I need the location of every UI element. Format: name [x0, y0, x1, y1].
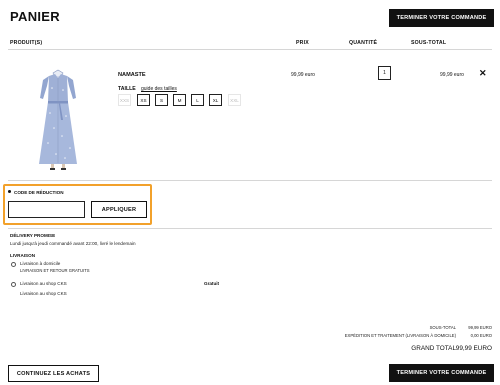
size-option-m[interactable]: M	[173, 94, 186, 106]
shipping-option-home[interactable]: Livraison à domicile	[20, 261, 60, 266]
delivery-promise-title: DÉLIVERY PROMISE	[10, 233, 56, 238]
totals-subtotal-value: 99,99 EURO	[468, 325, 492, 330]
delivery-promise-text: Lundi jusqu'à jeudi commandé avant 22:00…	[10, 241, 136, 246]
size-option-l[interactable]: L	[191, 94, 204, 106]
checkout-button-top[interactable]: TERMINER VOTRE COMMANDE	[389, 9, 494, 27]
shipping-option-shop[interactable]: Livraison au shop CKS	[20, 281, 67, 286]
totals-shipping-label: EXPÉDITION ET TRAITEMENT (LIVRAISON À DO…	[344, 333, 456, 338]
checkout-button-bottom[interactable]: TERMINER VOTRE COMMANDE	[389, 364, 494, 382]
quantity-field[interactable]: 1	[378, 66, 391, 80]
product-name[interactable]: NAMASTE	[118, 72, 146, 78]
divider	[8, 228, 492, 229]
remove-item-icon[interactable]: ✕	[479, 68, 487, 79]
divider	[8, 180, 492, 181]
column-header-subtotal: SOUS-TOTAL	[411, 40, 447, 46]
shipping-radio-shop[interactable]	[11, 282, 16, 287]
column-header-price: PRIX	[296, 40, 309, 46]
shipping-option-shop-price: Gratuit	[204, 281, 220, 286]
shipping-radio-home[interactable]	[11, 262, 16, 267]
item-price: 99,99 euro	[291, 72, 315, 78]
shipping-option-shop-2[interactable]: Livraison au shop CKS	[20, 291, 67, 296]
discount-code-input[interactable]	[8, 201, 85, 218]
apply-discount-button[interactable]: APPLIQUER	[91, 201, 147, 218]
bullet-icon	[8, 190, 11, 193]
size-guide-link[interactable]: guide des tailles	[141, 86, 177, 92]
discount-label: CODE DE RÉDUCTION	[14, 190, 64, 195]
size-option-xs[interactable]: XS	[137, 94, 150, 106]
grand-total-value: 99,99 EURO	[455, 345, 492, 352]
grand-total-label: GRAND TOTAL	[411, 345, 456, 352]
totals-shipping-value: 0,00 EURO	[470, 333, 492, 338]
totals-subtotal-label: SOUS-TOTAL	[429, 325, 456, 330]
page-title: PANIER	[10, 9, 60, 24]
dress-image[interactable]	[30, 68, 86, 172]
shipping-title: LIVRAISON	[10, 253, 36, 258]
size-label: TAILLE	[118, 86, 136, 92]
column-header-product: PRODUIT(S)	[10, 40, 43, 46]
size-option-xxs[interactable]: XXS	[118, 94, 131, 106]
continue-shopping-button[interactable]: CONTINUEZ LES ACHATS	[8, 365, 99, 382]
size-option-s[interactable]: S	[155, 94, 168, 106]
size-option-xxl[interactable]: XXL	[228, 94, 241, 106]
item-subtotal: 99,99 euro	[440, 72, 464, 78]
shipping-option-home-sub: LIVRAISON ET RETOUR GRATUITS	[20, 268, 90, 273]
size-option-xl[interactable]: XL	[209, 94, 222, 106]
column-header-quantity: QUANTITÉ	[349, 40, 378, 46]
divider	[8, 49, 492, 50]
